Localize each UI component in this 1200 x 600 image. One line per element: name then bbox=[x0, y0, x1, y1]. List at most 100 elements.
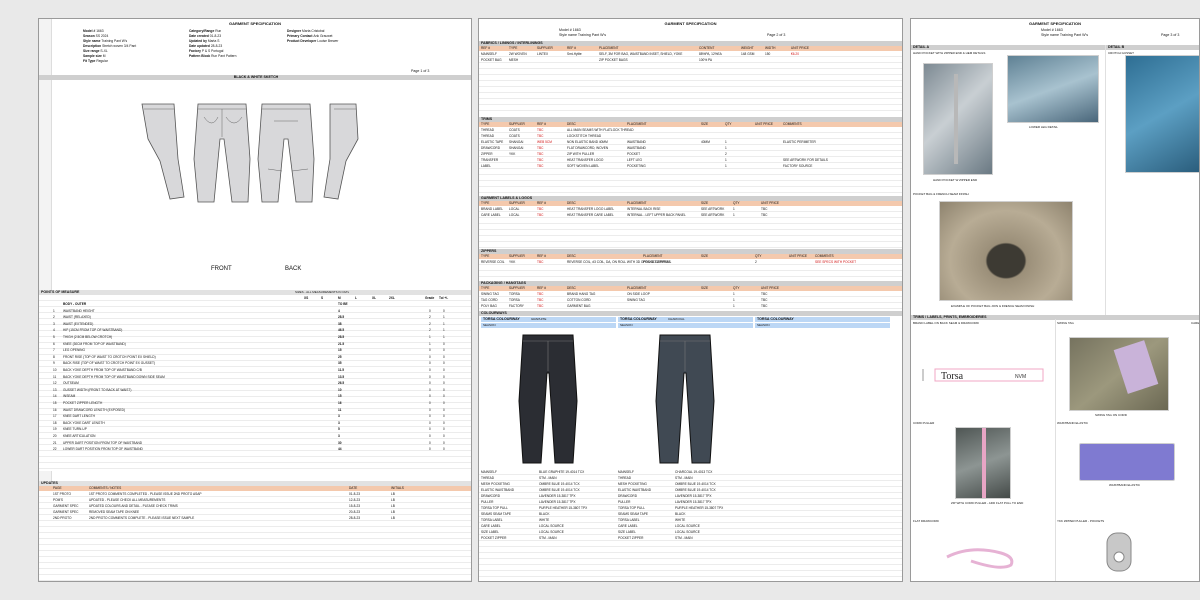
caption-waistband-elastic: WAISTBAND ELASTIC bbox=[1109, 483, 1141, 487]
back-view-sketch bbox=[257, 103, 315, 203]
pom-description: INSEAM bbox=[63, 394, 76, 399]
pom-number: 6 bbox=[53, 341, 55, 346]
pom-number: 7 bbox=[53, 348, 55, 353]
update-initials: LB bbox=[391, 516, 395, 520]
table-cell: 1 bbox=[725, 146, 727, 150]
pom-number: 12 bbox=[53, 381, 57, 386]
pom-number: 18 bbox=[53, 420, 57, 425]
table-cell: 1 bbox=[733, 292, 735, 296]
meta-value: M bbox=[102, 54, 106, 58]
pom-number: 21 bbox=[53, 440, 57, 445]
table-cell: GARMENT BAG bbox=[567, 304, 591, 308]
update-note: 1ST PROTO COMMENTS COMPLETED - PLEASE IS… bbox=[89, 492, 202, 496]
meta-label: Style name bbox=[83, 39, 102, 43]
pom-description: KNEE DART LENGTH bbox=[63, 414, 95, 419]
table-cell: €6.20 bbox=[791, 52, 799, 56]
pom-description: HIP (15CM FROM TOP OF WAISTBAND) bbox=[63, 328, 123, 333]
zipper-puller-image bbox=[1106, 532, 1132, 572]
colour-row-value: LOCAL SOURCE bbox=[675, 524, 700, 528]
meta-value: Regular bbox=[96, 59, 108, 63]
pom-number: 22 bbox=[53, 447, 57, 452]
sheet-title: GARMENT SPECIFICATION bbox=[1029, 21, 1081, 26]
crotch-gusset-photo bbox=[1125, 55, 1199, 173]
pom-tolerance: 0 bbox=[443, 368, 445, 372]
flat-drawcord-title: FLAT DRAWCORD bbox=[913, 519, 939, 523]
swing-tag-photo bbox=[1069, 337, 1169, 411]
colour-row-value: LAVENDER 15-3817 TPX bbox=[539, 494, 576, 498]
colour-row-value: BLACK bbox=[539, 512, 550, 516]
colourway-season: SEASON bbox=[481, 323, 616, 328]
colour-row-part: MESH POCKETING bbox=[618, 482, 647, 486]
pom-description: BACK YOKE DART LENGTH bbox=[63, 420, 105, 425]
pom-grade: 0 bbox=[429, 447, 431, 452]
table-cell: DRAWCORD bbox=[481, 146, 501, 150]
detail-a-bar: DETAIL A bbox=[911, 45, 1105, 50]
pom-sample-value: 28.5 bbox=[338, 315, 345, 320]
meta-row: Product Developer Louise Brewer bbox=[287, 39, 338, 44]
table-cell: POCKET BAG bbox=[481, 58, 502, 62]
colourways-bar: COLOURWAYS bbox=[479, 311, 902, 316]
pom-sample-value: 3 bbox=[338, 420, 340, 425]
french-seam-photo bbox=[939, 201, 1073, 301]
pom-description: WAIST (RELAXED) bbox=[63, 315, 91, 320]
colourway-pant-sketch bbox=[655, 334, 715, 464]
colour-row-part: SEAMS SEAM TAPE bbox=[481, 512, 511, 516]
pom-number: 5 bbox=[53, 335, 55, 339]
grade-header: Grade bbox=[425, 296, 435, 300]
pom-description: LOWER DART POSITION FROM TOP OF WAISTBAN… bbox=[63, 447, 143, 452]
table-cell: INTERNAL - LEFT UPPER BACK PANEL bbox=[627, 213, 686, 217]
colour-row-value: WHITE bbox=[539, 518, 550, 522]
colour-row-value: LOCAL SOURCE bbox=[539, 524, 564, 528]
tolerance-header: Tol +/- bbox=[439, 296, 449, 300]
table-cell: NON ELASTIC BAND 40MM bbox=[567, 140, 608, 144]
colourway-season: SEASON bbox=[618, 323, 753, 328]
trims-sub-b: SWING TAG bbox=[1057, 321, 1074, 325]
pom-number: 14 bbox=[53, 394, 57, 399]
meta-value: Stretch woven 3/4 Pant bbox=[102, 44, 137, 48]
caption-cord-puller: ZIP WITH CORD PULLER - ADD FLAT PULL TO … bbox=[951, 501, 1024, 505]
meta-value: Marta S bbox=[207, 39, 220, 43]
pom-grade: 0 bbox=[429, 387, 431, 392]
table-cell: SEE ARTWORK FOR DETAILS bbox=[783, 158, 828, 162]
spec-sheet-page-2: GARMENT SPECIFICATION Model # 1663 Style… bbox=[478, 18, 903, 582]
size-header: XL bbox=[372, 296, 377, 300]
pom-description: WAIST DRAWCORD LENGTH (EXPOSED) bbox=[63, 407, 126, 412]
colour-row-value: STM - MAIN bbox=[539, 536, 557, 540]
update-note: 2ND PROTO COMMENTS COMPLETE - PLEASE ISS… bbox=[89, 516, 195, 520]
pom-sample-value: 35 bbox=[338, 361, 342, 366]
meta-value: Louise Brewer bbox=[317, 39, 339, 43]
pant-technical-sketch bbox=[141, 103, 359, 203]
trims-sub-c: CARE bbox=[1191, 321, 1200, 325]
meta-label: Product Developer bbox=[287, 39, 318, 43]
sketch-section-bar: BLACK & WHITE SKETCH bbox=[39, 75, 471, 80]
pom-grade: 0 bbox=[429, 420, 431, 425]
table-cell: HEAT TRANSFER LOGO LABEL bbox=[567, 207, 615, 211]
meta-value: P & S Portugal bbox=[201, 49, 224, 53]
pom-tolerance: 0 bbox=[443, 407, 445, 412]
pom-sample-value: 4 bbox=[338, 308, 340, 313]
caption-french-seam: EXAMPLE OF POCKET BAG JOIN & FRENCH SEAM… bbox=[951, 304, 1035, 308]
pom-title: POINTS OF MEASURE bbox=[41, 290, 80, 294]
update-page: POM'S bbox=[53, 498, 63, 502]
table-cell: 1 bbox=[733, 298, 735, 302]
cord-puller-photo bbox=[955, 427, 1011, 499]
table-cell: 1 bbox=[725, 164, 727, 168]
table-cell: TBC bbox=[761, 207, 768, 211]
table-cell: POCKET bbox=[627, 152, 641, 156]
table-cell: MAINSELF bbox=[481, 52, 497, 56]
colour-row-part: TORSA LABEL bbox=[481, 518, 503, 522]
table-cell: REVERSE COIL bbox=[481, 260, 505, 264]
table-cell: 100% PA bbox=[699, 58, 713, 62]
table-cell: SOFT WOVEN LABEL bbox=[567, 164, 600, 168]
table-cell: COATS bbox=[509, 134, 520, 138]
pom-grade: 0 bbox=[429, 434, 431, 438]
meta-value: SS 2024 bbox=[95, 34, 109, 38]
pom-number: 4 bbox=[53, 328, 55, 333]
colour-row-part: PULLER bbox=[481, 500, 494, 504]
colour-row-value: OMBRE BLUE 19-4014 TCX bbox=[675, 488, 716, 492]
pom-tolerance: 0 bbox=[443, 341, 445, 346]
pom-number: 15 bbox=[53, 401, 57, 405]
pom-tolerance: 0 bbox=[443, 434, 445, 438]
colour-row-part: MESH POCKETING bbox=[481, 482, 510, 486]
update-page: GARMENT SPEC bbox=[53, 504, 79, 508]
